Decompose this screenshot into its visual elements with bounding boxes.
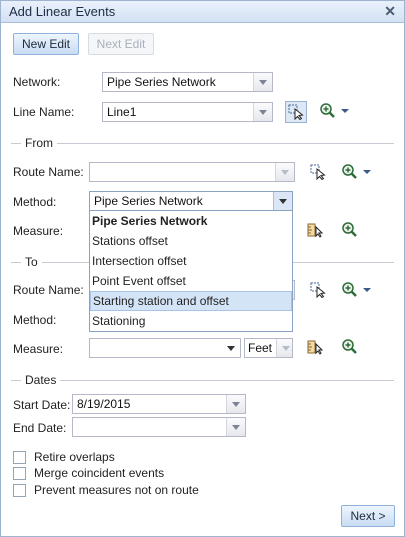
- measure-tool-icon[interactable]: [305, 337, 325, 357]
- dropdown-option-highlighted[interactable]: Starting station and offset: [90, 291, 292, 311]
- merge-coincident-label: Merge coincident events: [34, 466, 165, 480]
- zoom-in-icon[interactable]: [340, 337, 360, 357]
- select-route-on-map-icon[interactable]: [308, 280, 328, 300]
- to-route-name-label: Route Name:: [13, 283, 84, 297]
- from-section: From: [11, 136, 394, 150]
- chevron-down-icon[interactable]: [226, 395, 245, 413]
- line-name-select[interactable]: Line1: [102, 102, 273, 122]
- to-legend: To: [21, 255, 42, 269]
- dates-legend: Dates: [21, 373, 61, 387]
- close-icon[interactable]: ✕: [384, 3, 396, 20]
- end-date-label: End Date:: [13, 421, 67, 435]
- dropdown-option[interactable]: Point Event offset: [90, 271, 292, 291]
- panel-title: Add Linear Events: [9, 4, 116, 19]
- dates-section: Dates: [11, 373, 394, 387]
- to-unit-select[interactable]: Feet: [244, 338, 293, 358]
- measure-tool-icon[interactable]: [305, 220, 325, 240]
- line-name-label: Line Name:: [13, 105, 75, 119]
- add-linear-events-panel: Add Linear Events ✕ New Edit Next Edit N…: [0, 0, 405, 537]
- from-route-name-label: Route Name:: [13, 165, 84, 179]
- zoom-in-icon[interactable]: [340, 220, 360, 240]
- dropdown-option[interactable]: Stationing: [90, 311, 292, 331]
- zoom-to-icon[interactable]: [319, 101, 351, 121]
- prevent-measures-label: Prevent measures not on route: [34, 483, 199, 497]
- dropdown-option[interactable]: Pipe Series Network: [90, 211, 292, 231]
- chevron-down-icon[interactable]: [276, 339, 292, 357]
- chevron-down-icon[interactable]: [222, 339, 240, 357]
- chevron-down-icon[interactable]: [226, 418, 245, 436]
- to-method-label: Method:: [13, 313, 57, 327]
- from-method-value: Pipe Series Network: [94, 194, 203, 208]
- chevron-down-icon[interactable]: [253, 103, 272, 121]
- from-route-name-select[interactable]: [89, 162, 295, 182]
- chevron-down-icon[interactable]: [253, 73, 272, 91]
- to-unit-value: Feet: [248, 341, 273, 355]
- network-value: Pipe Series Network: [107, 75, 216, 89]
- network-select[interactable]: Pipe Series Network: [102, 72, 273, 92]
- to-measure-label: Measure:: [13, 342, 64, 356]
- chevron-down-icon[interactable]: [273, 192, 292, 210]
- title-bar: Add Linear Events ✕: [1, 1, 404, 23]
- next-button[interactable]: Next >: [341, 505, 395, 527]
- end-date-input[interactable]: [72, 417, 246, 437]
- start-date-label: Start Date:: [13, 398, 71, 412]
- retire-overlaps-checkbox[interactable]: [13, 451, 26, 464]
- to-measure-input[interactable]: [89, 338, 241, 358]
- start-date-input[interactable]: 8/19/2015: [72, 394, 246, 414]
- retire-overlaps-label: Retire overlaps: [34, 450, 115, 464]
- select-route-on-map-icon[interactable]: [308, 162, 328, 182]
- next-edit-button[interactable]: Next Edit: [88, 33, 154, 55]
- prevent-measures-checkbox[interactable]: [13, 484, 26, 497]
- line-name-value: Line1: [107, 105, 137, 119]
- chevron-down-icon[interactable]: [275, 163, 294, 181]
- merge-coincident-checkbox[interactable]: [13, 467, 26, 480]
- from-legend: From: [21, 136, 57, 150]
- new-edit-button[interactable]: New Edit: [13, 33, 79, 55]
- from-measure-label: Measure:: [13, 224, 64, 238]
- from-method-select[interactable]: Pipe Series Network: [89, 191, 293, 211]
- select-line-on-map-icon[interactable]: [285, 101, 307, 123]
- start-date-value: 8/19/2015: [77, 397, 131, 411]
- zoom-to-icon[interactable]: [341, 280, 373, 300]
- from-method-label: Method:: [13, 195, 57, 209]
- network-label: Network:: [13, 75, 61, 89]
- dropdown-option[interactable]: Stations offset: [90, 231, 292, 251]
- zoom-to-icon[interactable]: [341, 162, 373, 182]
- dropdown-option[interactable]: Intersection offset: [90, 251, 292, 271]
- method-dropdown-list: Pipe Series Network Stations offset Inte…: [89, 210, 293, 332]
